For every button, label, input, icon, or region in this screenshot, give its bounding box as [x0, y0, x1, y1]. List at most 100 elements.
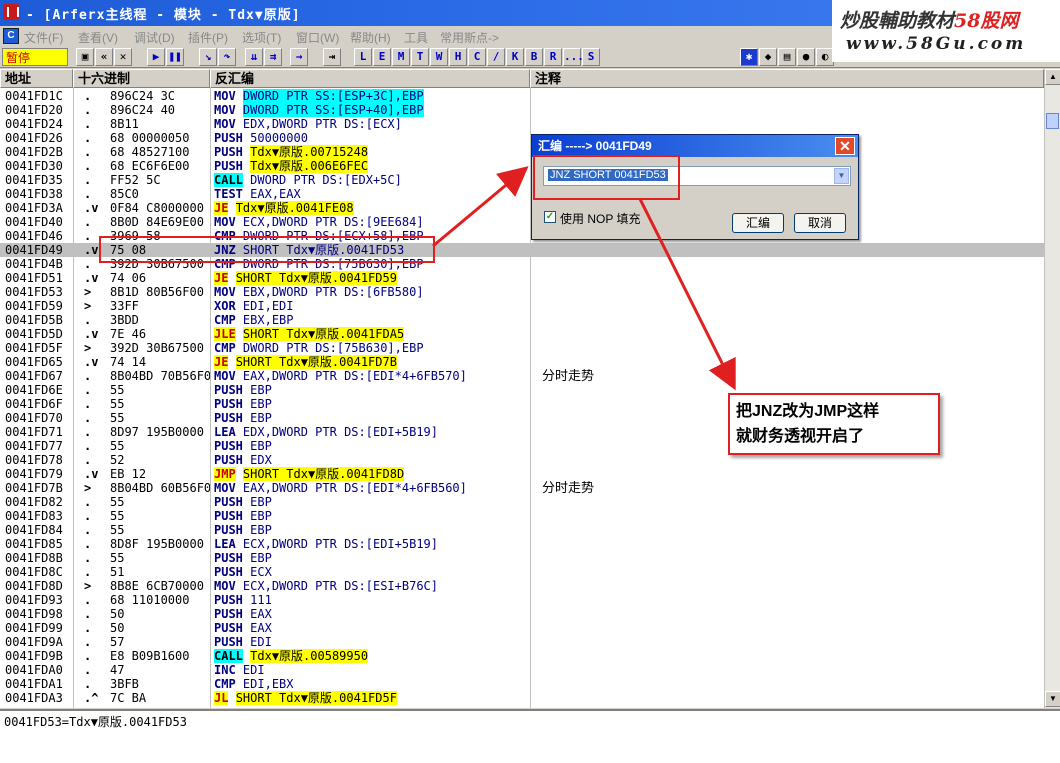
disasm-row[interactable]: 0041FD9A. 57 PUSH EDI [0, 635, 1044, 649]
disasm-row[interactable]: 0041FD3A .v 0F84 C8000000 JE Tdx▼原版.0041FE0… [0, 201, 1044, 215]
cancel-button[interactable]: 取消 [794, 213, 846, 233]
plugin-icon[interactable]: ▤ [778, 48, 796, 66]
disasm-row[interactable]: 0041FD24. 8B11 MOV EDX,DWORD PTR DS:[ECX] [0, 117, 1044, 131]
disasm-row[interactable]: 0041FD5F >392D 30B67500 CMP DWORD PTR DS:[… [0, 341, 1044, 355]
disasm-row[interactable]: 0041FD7B >8B04BD 60B56F00 MOV EAX,DWORD PT… [0, 481, 1044, 495]
row-mnemonic: PUSH [214, 159, 243, 173]
disasm-row[interactable]: 0041FDA3 .^ 7C BA JL SHORT Tdx▼原版.0041FD5F [0, 691, 1044, 705]
step-over-icon[interactable]: ↷ [218, 48, 236, 66]
toolbar-letter-s[interactable]: S [582, 48, 600, 66]
toolbar-letter-b[interactable]: B [525, 48, 543, 66]
row-jump-marker: . [84, 313, 92, 327]
menu-file[interactable]: 文件(F) [24, 29, 63, 46]
header-disassembly[interactable]: 反汇编 [210, 69, 530, 88]
disasm-row[interactable]: 0041FD67. 8B04BD 70B56F00 MOV EAX,DWORD PT… [0, 369, 1044, 383]
disasm-row[interactable]: 0041FD53 >8B1D 80B56F00 MOV EBX,DWORD PTR … [0, 285, 1044, 299]
row-jump-marker: . [84, 663, 92, 677]
row-jump-marker: .v [84, 355, 99, 369]
step-into-icon[interactable]: ↘ [199, 48, 217, 66]
cpu-icon[interactable]: C [3, 28, 19, 44]
close-icon[interactable]: ✕ [114, 48, 132, 66]
nop-fill-label[interactable]: 使用 NOP 填充 [560, 210, 640, 227]
disasm-row[interactable]: 0041FD8D >8B8E 6CB70000 MOV ECX,DWORD PTR … [0, 579, 1044, 593]
scroll-up-icon[interactable]: ▲ [1045, 69, 1060, 85]
disasm-row[interactable]: 0041FD20. 896C24 40 MOV DWORD PTR SS:[ESP+… [0, 103, 1044, 117]
toolbar-letter-l[interactable]: L [354, 48, 372, 66]
restart-icon[interactable]: « [95, 48, 113, 66]
disasm-row[interactable]: 0041FDA1. 3BFB CMP EDI,EBX [0, 677, 1044, 691]
vertical-scrollbar[interactable]: ▲ ▼ [1044, 69, 1060, 708]
menu-window[interactable]: 窗口(W) [296, 29, 339, 46]
run-icon[interactable]: ▶ [147, 48, 165, 66]
row-hex: 74 14 [110, 355, 147, 369]
toolbar-letter-h[interactable]: H [449, 48, 467, 66]
app-icon[interactable] [3, 4, 19, 20]
nop-fill-checkbox[interactable]: ✓ [544, 211, 556, 223]
disasm-row[interactable]: 0041FD30. 68 EC6F6E00 PUSH Tdx▼原版.006E6FEC [0, 159, 1044, 173]
disasm-row[interactable]: 0041FD8C. 51 PUSH ECX [0, 565, 1044, 579]
disasm-row[interactable]: 0041FD5B. 3BDD CMP EBX,EBP [0, 313, 1044, 327]
disasm-row[interactable]: 0041FD83. 55 PUSH EBP [0, 509, 1044, 523]
menu-debug[interactable]: 调试(D) [134, 29, 175, 46]
disasm-row[interactable]: 0041FD79 .v EB 12 JMP SHORT Tdx▼原版.0041FD8D [0, 467, 1044, 481]
toolbar-letter-w[interactable]: W [430, 48, 448, 66]
disasm-row[interactable]: 0041FD59 >33FF XOR EDI,EDI [0, 299, 1044, 313]
disasm-row[interactable]: 0041FD65 .v 74 14 JE SHORT Tdx▼原版.0041FD7B [0, 355, 1044, 369]
plugin-icon[interactable]: ✱ [740, 48, 758, 66]
trace-into-icon[interactable]: ⇊ [245, 48, 263, 66]
go-to-icon[interactable]: ⇥ [323, 48, 341, 66]
disasm-row[interactable]: 0041FD99. 50 PUSH EAX [0, 621, 1044, 635]
row-mnemonic: JLE [214, 327, 236, 341]
row-operand: EAX,EAX [250, 187, 301, 201]
chevron-down-icon[interactable]: ▼ [834, 168, 849, 184]
disasm-row[interactable]: 0041FD85. 8D8F 195B0000 LEA ECX,DWORD PTR … [0, 537, 1044, 551]
row-disassembly: MOV ECX,DWORD PTR DS:[ESI+B76C] [214, 579, 528, 593]
menu-help[interactable]: 帮助(H) [350, 29, 391, 46]
menu-breakpoints[interactable]: 常用斯点-> [440, 29, 499, 46]
menu-view[interactable]: 查看(V) [78, 29, 118, 46]
disasm-row[interactable]: 0041FD84. 55 PUSH EBP [0, 523, 1044, 537]
header-comment[interactable]: 注释 [530, 69, 1044, 88]
toolbar-ellipsis[interactable]: ... [563, 48, 584, 66]
toolbar-letter-r[interactable]: R [544, 48, 562, 66]
plugin-icon[interactable]: ● [797, 48, 815, 66]
disasm-row[interactable]: 0041FD5D .v 7E 46 JLE SHORT Tdx▼原版.0041FDA5 [0, 327, 1044, 341]
disasm-row[interactable]: 0041FD1C. 896C24 3C MOV DWORD PTR SS:[ESP+… [0, 89, 1044, 103]
toolbar-letter-k[interactable]: K [506, 48, 524, 66]
scroll-down-icon[interactable]: ▼ [1045, 691, 1060, 707]
trace-over-icon[interactable]: ⇉ [264, 48, 282, 66]
menu-tools[interactable]: 工具 [404, 29, 428, 46]
disasm-row[interactable]: 0041FD93. 68 11010000 PUSH 111 [0, 593, 1044, 607]
menu-plugins[interactable]: 插件(P) [188, 29, 228, 46]
row-operand: SHORT Tdx▼原版.0041FDA5 [242, 327, 405, 341]
disasm-row[interactable]: 0041FD26. 68 00000050 PUSH 50000000 [0, 131, 1044, 145]
disasm-row[interactable]: 0041FD35. FF52 5C CALL DWORD PTR DS:[EDX+5… [0, 173, 1044, 187]
dialog-close-icon[interactable]: ✕ [835, 137, 855, 155]
toolbar-letter-slash[interactable]: / [487, 48, 505, 66]
header-address[interactable]: 地址 [0, 69, 73, 88]
toolbar-letter-c[interactable]: C [468, 48, 486, 66]
disasm-row[interactable]: 0041FD40. 8B0D 84E69E00 MOV ECX,DWORD PTR … [0, 215, 1044, 229]
disasm-row[interactable]: 0041FD82. 55 PUSH EBP [0, 495, 1044, 509]
disasm-row[interactable]: 0041FD8B. 55 PUSH EBP [0, 551, 1044, 565]
toolbar-letter-e[interactable]: E [373, 48, 391, 66]
execute-till-return-icon[interactable]: → [290, 48, 308, 66]
open-icon[interactable]: ▣ [76, 48, 94, 66]
assemble-button[interactable]: 汇编 [732, 213, 784, 233]
disasm-row[interactable]: 0041FD9B. E8 B09B1600 CALL Tdx▼原版.00589950 [0, 649, 1044, 663]
header-hex[interactable]: 十六进制 [73, 69, 210, 88]
toolbar-letter-t[interactable]: T [411, 48, 429, 66]
disasm-row[interactable]: 0041FD78. 52 PUSH EDX [0, 453, 1044, 467]
pause-icon[interactable]: ❚❚ [166, 48, 184, 66]
menu-options[interactable]: 选项(T) [242, 29, 281, 46]
row-address: 0041FD2B [5, 145, 63, 159]
disasm-row[interactable]: 0041FDA0. 47 INC EDI [0, 663, 1044, 677]
toolbar-letter-m[interactable]: M [392, 48, 410, 66]
disasm-row[interactable]: 0041FD98. 50 PUSH EAX [0, 607, 1044, 621]
disasm-row[interactable]: 0041FD2B. 68 48527100 PUSH Tdx▼原版.00715248 [0, 145, 1044, 159]
row-hex: 8B04BD 60B56F00 [110, 481, 210, 495]
disasm-row[interactable]: 0041FD38. 85C0 TEST EAX,EAX [0, 187, 1044, 201]
plugin-icon[interactable]: ◆ [759, 48, 777, 66]
disasm-row[interactable]: 0041FD51 .v 74 06 JE SHORT Tdx▼原版.0041FD59 [0, 271, 1044, 285]
scroll-thumb[interactable] [1046, 113, 1059, 129]
